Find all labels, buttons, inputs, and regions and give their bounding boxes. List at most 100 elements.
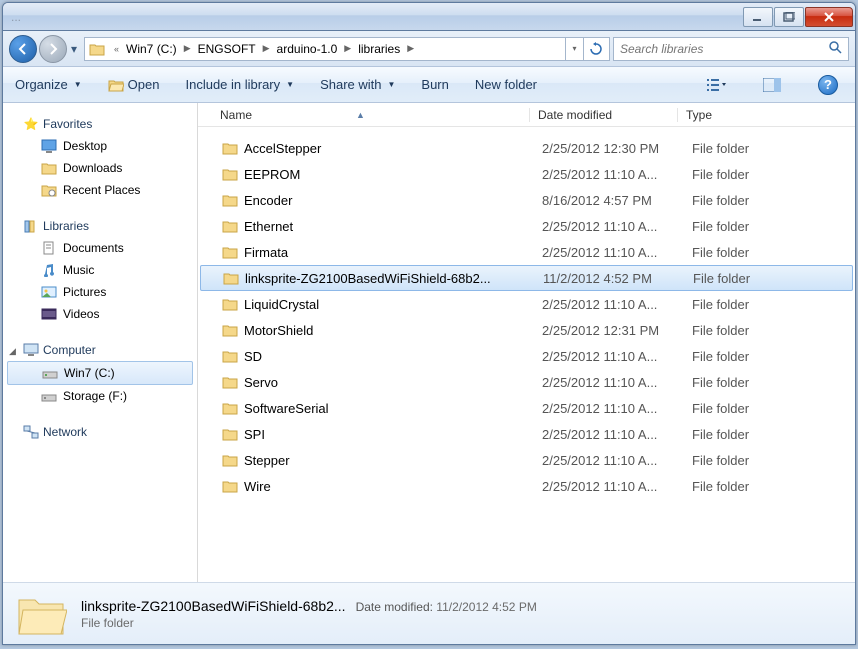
- file-list[interactable]: AccelStepper2/25/2012 12:30 PMFile folde…: [198, 127, 855, 582]
- computer-header[interactable]: ◢Computer: [3, 339, 197, 361]
- file-list-pane: Name▲ Date modified Type AccelStepper2/2…: [198, 103, 855, 582]
- file-date: 2/25/2012 11:10 A...: [542, 219, 692, 234]
- file-date: 2/25/2012 12:31 PM: [542, 323, 692, 338]
- file-type: File folder: [692, 375, 855, 390]
- file-type: File folder: [692, 297, 855, 312]
- column-name[interactable]: Name▲: [212, 108, 530, 122]
- share-with-menu[interactable]: Share with▼: [320, 77, 395, 92]
- breadcrumb-dropdown[interactable]: ▾: [565, 37, 583, 61]
- file-row[interactable]: Wire2/25/2012 11:10 A...File folder: [198, 473, 855, 499]
- file-type: File folder: [692, 219, 855, 234]
- file-row[interactable]: SPI2/25/2012 11:10 A...File folder: [198, 421, 855, 447]
- search-box[interactable]: [613, 37, 849, 61]
- close-button[interactable]: [805, 7, 853, 27]
- details-pane: linksprite-ZG2100BasedWiFiShield-68b2...…: [3, 582, 855, 644]
- libraries-header[interactable]: Libraries: [3, 215, 197, 237]
- refresh-button[interactable]: [583, 37, 607, 61]
- explorer-window: ... ▾ « Win7 (C:) ▶ ENGSOFT ▶ arduino-1.…: [2, 2, 856, 645]
- folder-icon: [222, 322, 238, 338]
- maximize-button[interactable]: [774, 7, 804, 27]
- videos-icon: [41, 306, 57, 322]
- sidebar-item-music[interactable]: Music: [3, 259, 197, 281]
- history-dropdown[interactable]: ▾: [67, 35, 81, 63]
- search-icon[interactable]: [828, 40, 842, 57]
- file-date: 2/25/2012 11:10 A...: [542, 245, 692, 260]
- file-row[interactable]: LiquidCrystal2/25/2012 11:10 A...File fo…: [198, 291, 855, 317]
- include-in-library-menu[interactable]: Include in library▼: [185, 77, 294, 92]
- folder-icon: [222, 296, 238, 312]
- back-button[interactable]: [9, 35, 37, 63]
- column-headers: Name▲ Date modified Type: [198, 103, 855, 127]
- sidebar-item-drive-c[interactable]: Win7 (C:): [7, 361, 193, 385]
- titlebar[interactable]: ...: [3, 3, 855, 31]
- burn-button[interactable]: Burn: [421, 77, 448, 92]
- chevron-down-icon: ▼: [387, 80, 395, 89]
- chevron-icon[interactable]: ▶: [339, 43, 356, 54]
- folder-icon: [222, 452, 238, 468]
- chevron-icon[interactable]: ▶: [402, 43, 419, 54]
- sidebar-item-downloads[interactable]: Downloads: [3, 157, 197, 179]
- file-row[interactable]: SD2/25/2012 11:10 A...File folder: [198, 343, 855, 369]
- libraries-icon: [23, 218, 39, 234]
- folder-icon: [222, 374, 238, 390]
- new-folder-button[interactable]: New folder: [475, 77, 537, 92]
- breadcrumb[interactable]: « Win7 (C:) ▶ ENGSOFT ▶ arduino-1.0 ▶ li…: [84, 37, 610, 61]
- preview-pane-button[interactable]: [757, 73, 787, 97]
- recent-icon: [41, 182, 57, 198]
- file-type: File folder: [692, 479, 855, 494]
- file-row[interactable]: Ethernet2/25/2012 11:10 A...File folder: [198, 213, 855, 239]
- file-row[interactable]: Firmata2/25/2012 11:10 A...File folder: [198, 239, 855, 265]
- minimize-button[interactable]: [743, 7, 773, 27]
- chevron-icon[interactable]: «: [109, 44, 124, 54]
- open-button[interactable]: Open: [108, 77, 160, 93]
- sidebar-item-documents[interactable]: Documents: [3, 237, 197, 259]
- breadcrumb-segment[interactable]: arduino-1.0: [275, 42, 340, 56]
- file-row[interactable]: Encoder8/16/2012 4:57 PMFile folder: [198, 187, 855, 213]
- sidebar-item-drive-f[interactable]: Storage (F:): [3, 385, 197, 407]
- chevron-icon[interactable]: ▶: [258, 43, 275, 54]
- sidebar-item-videos[interactable]: Videos: [3, 303, 197, 325]
- file-row[interactable]: MotorShield2/25/2012 12:31 PMFile folder: [198, 317, 855, 343]
- organize-menu[interactable]: Organize▼: [15, 77, 82, 92]
- column-type[interactable]: Type: [678, 108, 855, 122]
- folder-icon: [222, 140, 238, 156]
- folder-large-icon: [15, 590, 67, 638]
- column-date[interactable]: Date modified: [530, 108, 678, 122]
- pictures-icon: [41, 284, 57, 300]
- file-row[interactable]: linksprite-ZG2100BasedWiFiShield-68b2...…: [200, 265, 853, 291]
- details-type: File folder: [81, 616, 537, 630]
- file-name: AccelStepper: [244, 141, 321, 156]
- breadcrumb-segment[interactable]: Win7 (C:): [124, 42, 179, 56]
- forward-button[interactable]: [39, 35, 67, 63]
- file-row[interactable]: AccelStepper2/25/2012 12:30 PMFile folde…: [198, 135, 855, 161]
- view-options-button[interactable]: [701, 73, 731, 97]
- folder-icon: [222, 478, 238, 494]
- expand-triangle-icon[interactable]: ◢: [9, 346, 16, 357]
- file-name: Stepper: [244, 453, 290, 468]
- favorites-header[interactable]: ⭐Favorites: [3, 113, 197, 135]
- chevron-down-icon: ▼: [286, 80, 294, 89]
- help-button[interactable]: ?: [813, 73, 843, 97]
- file-row[interactable]: Servo2/25/2012 11:10 A...File folder: [198, 369, 855, 395]
- navigation-pane[interactable]: ⭐Favorites Desktop Downloads Recent Plac…: [3, 103, 198, 582]
- search-input[interactable]: [620, 42, 828, 56]
- file-type: File folder: [692, 193, 855, 208]
- sidebar-item-recent-places[interactable]: Recent Places: [3, 179, 197, 201]
- sidebar-item-pictures[interactable]: Pictures: [3, 281, 197, 303]
- breadcrumb-segment[interactable]: libraries: [356, 42, 402, 56]
- network-header[interactable]: Network: [3, 421, 197, 443]
- chevron-icon[interactable]: ▶: [179, 43, 196, 54]
- desktop-icon: [41, 138, 57, 154]
- folder-icon: [222, 426, 238, 442]
- details-date: 11/2/2012 4:52 PM: [436, 600, 537, 614]
- file-row[interactable]: SoftwareSerial2/25/2012 11:10 A...File f…: [198, 395, 855, 421]
- network-icon: [23, 424, 39, 440]
- file-row[interactable]: EEPROM2/25/2012 11:10 A...File folder: [198, 161, 855, 187]
- sidebar-item-desktop[interactable]: Desktop: [3, 135, 197, 157]
- sort-arrow-icon: ▲: [356, 110, 365, 120]
- file-date: 2/25/2012 11:10 A...: [542, 297, 692, 312]
- file-row[interactable]: Stepper2/25/2012 11:10 A...File folder: [198, 447, 855, 473]
- file-date: 2/25/2012 11:10 A...: [542, 375, 692, 390]
- breadcrumb-segment[interactable]: ENGSOFT: [196, 42, 258, 56]
- computer-group: ◢Computer Win7 (C:) Storage (F:): [3, 339, 197, 407]
